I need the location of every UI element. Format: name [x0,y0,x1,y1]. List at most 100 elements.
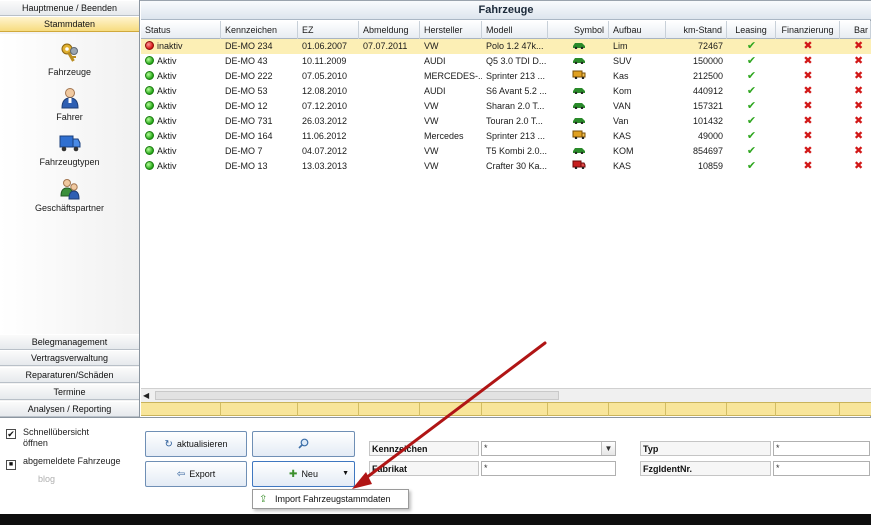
sidebar-item-fahrzeuge[interactable]: Fahrzeuge [0,42,139,77]
cell-kennzeichen: DE-MO 731 [225,116,273,126]
fabrikat-filter-input[interactable]: * [481,461,616,476]
cell-km: 10859 [697,161,723,171]
cell-bar: ✖ [840,159,871,174]
column-header-finanzierung[interactable]: Finanzierung [776,21,840,39]
neu-split-button[interactable]: ✚ Neu ▼ [252,461,355,487]
fabrikat-filter-label: Fabrikat [369,461,479,476]
sidebar-item-label: Fahrzeugtypen [39,157,100,167]
cross-icon: ✖ [854,160,864,172]
sidebar-item-fahrzeugtypen[interactable]: Fahrzeugtypen [0,132,139,167]
cell-km: 72467 [697,41,723,51]
export-icon: ⇦ [176,469,186,480]
nav-hauptmenue-button[interactable]: Hauptmenue / Beenden [0,0,139,16]
cell-km: 49000 [697,131,723,141]
abgemeldete-fahrzeuge-label: abgemeldete Fahrzeuge [23,456,121,466]
cross-icon: ✖ [803,145,813,157]
cell-abmeldung [359,84,420,99]
sidebar-item-fahrer[interactable]: Fahrer [0,87,139,122]
cell-modell: T5 Kombi 2.0... [486,146,548,156]
cell-hersteller: MERCEDES-... [424,71,482,81]
cell-leasing: ✔ [727,114,776,129]
car-icon [572,41,586,51]
fzgidentnr-filter-input[interactable]: * [773,461,870,476]
cell-aufbau: KOM [613,146,634,156]
column-header-symbol[interactable]: Symbol [548,21,609,39]
cell-kennzeichen: DE-MO 12 [225,101,268,111]
kennzeichen-filter-combo[interactable]: * ▼ [481,441,616,456]
cell-kennzeichen: DE-MO 234 [225,41,273,51]
table-row[interactable]: inaktiv DE-MO 234 01.06.2007 07.07.2011 VW Po… [141,39,871,54]
cell-finanzierung: ✖ [776,99,840,114]
driver-icon [60,88,79,109]
chevron-down-icon[interactable]: ▼ [601,442,615,455]
scrollbar-thumb[interactable] [155,391,559,400]
typ-filter-input[interactable]: * [773,441,870,456]
cross-icon: ✖ [854,55,864,67]
column-header-status[interactable]: Status [141,21,221,39]
nav-vertragsverwaltung-button[interactable]: Vertragsverwaltung [0,350,139,366]
table-row[interactable]: Aktiv DE-MO 164 11.06.2012 Mercedes Sprinter… [141,129,871,144]
cell-abmeldung [359,114,420,129]
chevron-down-icon[interactable]: ▼ [342,462,349,486]
kennzeichen-filter-value: * [484,443,488,453]
partner-icon [59,179,80,200]
import-icon: ⇪ [259,494,268,505]
cell-abmeldung [359,129,420,144]
abgemeldete-fahrzeuge-checkbox[interactable]: ■ [6,460,16,470]
nav-belegmanagement-button[interactable]: Belegmanagement [0,334,139,350]
cell-hersteller: VW [424,146,439,156]
van-icon [572,70,586,81]
cell-bar: ✖ [840,99,871,114]
search-button[interactable] [252,431,355,457]
cell-km: 212500 [692,71,723,81]
column-header-kennzeichen[interactable]: Kennzeichen [221,21,298,39]
export-button[interactable]: ⇦ Export [145,461,247,487]
cell-abmeldung [359,159,420,174]
cell-modell: Q5 3.0 TDI D... [486,56,547,66]
cell-abmeldung [359,69,420,84]
column-header-leasing[interactable]: Leasing [727,21,776,39]
check-icon: ✔ [746,70,757,82]
cell-hersteller: VW [424,161,439,171]
table-row[interactable]: Aktiv DE-MO 7 04.07.2012 VW T5 Kombi 2.0... K… [141,144,871,159]
column-header-abmeldung[interactable]: Abmeldung [359,21,420,39]
truck-icon [59,135,80,152]
check-icon: ✔ [746,130,757,142]
table-row[interactable]: Aktiv DE-MO 13 13.03.2013 VW Crafter 30 Ka..… [141,159,871,174]
cell-abmeldung [359,54,420,69]
import-fahrzeugstammdaten-menu-item[interactable]: ⇪ Import Fahrzeugstammdaten [257,492,391,507]
table-row[interactable]: Aktiv DE-MO 53 12.08.2010 AUDI S6 Avant 5.2 … [141,84,871,99]
cell-km: 854697 [692,146,723,156]
aktualisieren-button[interactable]: ↻ aktualisieren [145,431,247,457]
fzgidentnr-filter-label: FzgIdentNr. [640,461,771,476]
scroll-left-icon[interactable]: ◀ [143,390,153,401]
column-header-km-stand[interactable]: km-Stand [666,21,727,39]
cell-modell: Sharan 2.0 T... [486,101,545,111]
column-header-ez[interactable]: EZ [298,21,359,39]
cell-leasing: ✔ [727,99,776,114]
column-header-modell[interactable]: Modell [482,21,548,39]
cell-ez: 01.06.2007 [302,41,348,51]
cross-icon: ✖ [803,85,813,97]
cross-icon: ✖ [803,130,813,142]
cell-leasing: ✔ [727,69,776,84]
cell-ez: 07.12.2010 [302,101,348,111]
horizontal-scrollbar[interactable]: ◀ [141,388,871,402]
cell-abmeldung [359,144,420,159]
table-row[interactable]: Aktiv DE-MO 12 07.12.2010 VW Sharan 2.0 T...… [141,99,871,114]
nav-analysen-button[interactable]: Analysen / Reporting [0,401,139,417]
nav-reparaturen-button[interactable]: Reparaturen/Schäden [0,367,139,383]
column-header-bar[interactable]: Bar [840,21,871,39]
table-row[interactable]: Aktiv DE-MO 43 10.11.2009 AUDI Q5 3.0 TDI D.… [141,54,871,69]
table-row[interactable]: Aktiv DE-MO 731 26.03.2012 VW Touran 2.0 T..… [141,114,871,129]
neu-label: Neu [301,469,318,479]
nav-stammdaten-button[interactable]: Stammdaten [0,16,139,32]
check-icon: ✔ [746,55,757,67]
table-row[interactable]: Aktiv DE-MO 222 07.05.2010 MERCEDES-... Spri… [141,69,871,84]
sidebar-item-geschaeftspartner[interactable]: Geschäftspartner [0,178,139,213]
column-header-aufbau[interactable]: Aufbau [609,21,666,39]
nav-termine-button[interactable]: Termine [0,384,139,400]
column-header-hersteller[interactable]: Hersteller [420,21,482,39]
schnelluebersicht-checkbox[interactable]: ✔ [6,429,16,439]
cell-hersteller: VW [424,116,439,126]
